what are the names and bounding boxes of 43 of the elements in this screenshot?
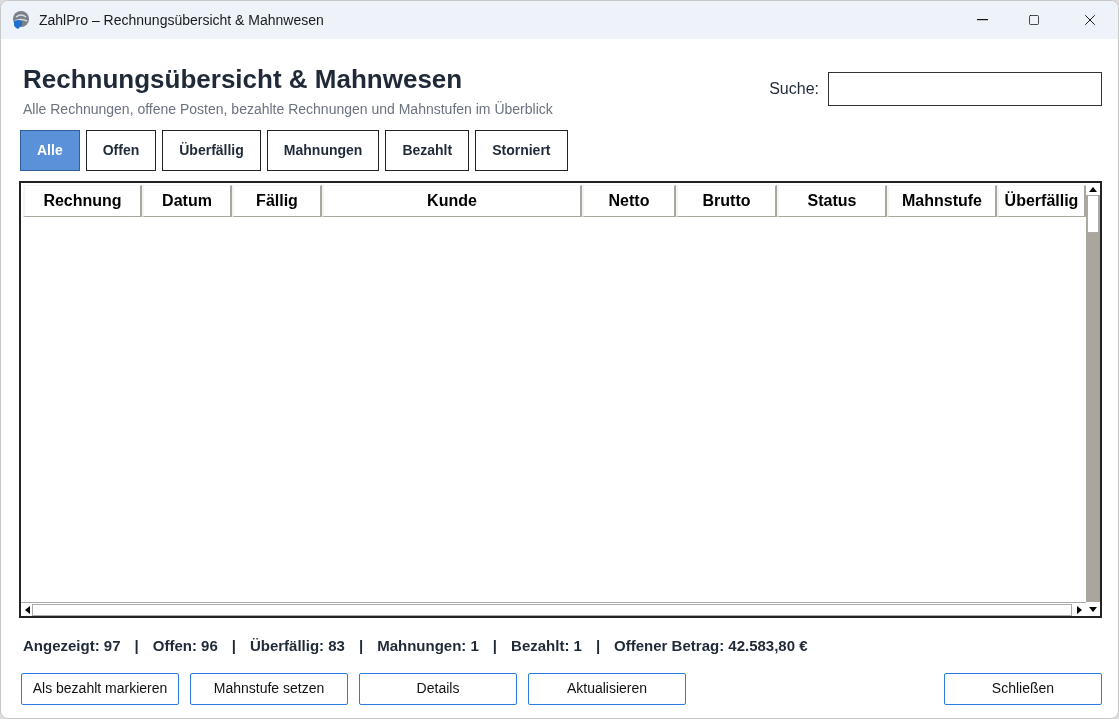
action-button[interactable]: Aktualisieren: [528, 672, 686, 705]
filter-tab[interactable]: Mahnungen: [266, 130, 380, 171]
scroll-up-icon: [1089, 186, 1097, 192]
column-header[interactable]: Kunde: [322, 185, 582, 217]
scroll-left-icon: [25, 605, 30, 614]
filter-tab[interactable]: Überfällig: [162, 130, 261, 171]
vertical-scrollbar[interactable]: [1086, 183, 1100, 602]
column-header[interactable]: Rechnung: [23, 185, 142, 217]
status-separator: |: [358, 636, 364, 656]
status-separator: |: [492, 636, 498, 656]
minimize-icon: [976, 19, 988, 21]
status-separator: |: [231, 636, 236, 656]
scroll-right-icon: [1077, 605, 1082, 614]
search-field[interactable]: [828, 72, 1102, 106]
status-text: Überfällig: 83: [249, 636, 345, 656]
column-header[interactable]: Fällig: [232, 185, 322, 217]
scroll-down-icon: [1089, 606, 1097, 612]
action-button[interactable]: Mahnstufe setzen: [190, 672, 348, 705]
action-button[interactable]: Details: [359, 672, 517, 705]
status-text: Angezeigt: 97: [23, 636, 121, 656]
status-text: Mahnungen: 1: [377, 636, 479, 656]
action-button[interactable]: Als bezahlt markieren: [21, 672, 179, 705]
status-text: Offener Betrag: 42.583,80 €: [614, 636, 808, 656]
column-header[interactable]: Brutto: [676, 185, 777, 217]
filter-tab[interactable]: Offen: [85, 130, 157, 171]
column-header[interactable]: Datum: [142, 185, 232, 217]
page-subtitle: Alle Rechnungen, offene Posten, bezahlte Rechnungen und Mahnstufen im Überblick: [23, 100, 553, 119]
app-logo-icon: [11, 10, 31, 30]
maximize-icon: [1028, 14, 1040, 26]
scroll-thumb[interactable]: [1087, 195, 1099, 233]
filter-tab[interactable]: Storniert: [475, 130, 568, 171]
column-header[interactable]: Netto: [582, 185, 676, 217]
filter-tab[interactable]: Bezahlt: [385, 130, 470, 171]
status-text: Bezahlt: 1: [511, 636, 582, 656]
status-separator: |: [595, 636, 601, 656]
search-label: Suche:: [769, 79, 819, 99]
column-header[interactable]: Status: [777, 185, 887, 217]
close-button[interactable]: Schließen: [944, 672, 1102, 705]
status-separator: |: [134, 636, 139, 656]
status-text: Offen: 96: [152, 636, 218, 656]
page-title: Rechnungsübersicht & Mahnwesen: [23, 63, 464, 95]
column-header[interactable]: Mahnstufe: [887, 185, 997, 217]
window-title: ZahlPro – Rechnungsübersicht & Mahnwesen: [39, 10, 324, 30]
